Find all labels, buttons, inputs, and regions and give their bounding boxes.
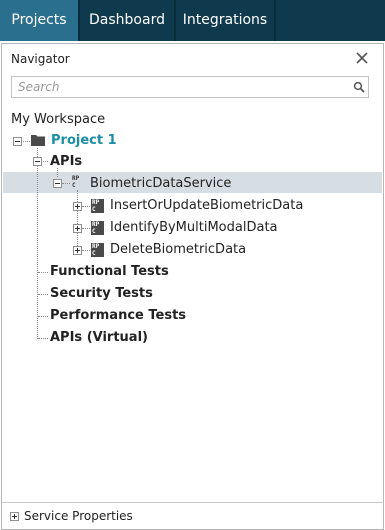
- tree-item-apis-virtual[interactable]: APIs (Virtual): [50, 330, 148, 345]
- tab-integrations[interactable]: Integrations: [176, 0, 274, 41]
- tree-connector: [82, 206, 90, 207]
- tree-connector: [82, 228, 90, 229]
- tree-connector: [82, 250, 90, 251]
- tree-item-operation[interactable]: InsertOrUpdateBiometricData: [110, 198, 303, 213]
- tab-divider: [274, 0, 276, 41]
- collapse-icon[interactable]: [33, 157, 42, 166]
- tree-connector: [38, 338, 48, 339]
- tree-connector: [38, 294, 48, 295]
- navigator-title: Navigator: [11, 52, 70, 66]
- expand-icon[interactable]: [73, 202, 82, 211]
- search-box: [11, 76, 369, 98]
- tab-dashboard[interactable]: Dashboard: [80, 0, 174, 41]
- expand-icon[interactable]: [73, 224, 82, 233]
- tree-item-apis[interactable]: APIs: [50, 154, 82, 169]
- service-properties-bar[interactable]: Service Properties: [2, 503, 383, 529]
- tree-connector: [38, 316, 48, 317]
- service-properties-label: Service Properties: [24, 509, 133, 523]
- collapse-icon[interactable]: [53, 179, 62, 188]
- expand-icon[interactable]: [73, 246, 82, 255]
- navigator-panel: Navigator My Workspace Project 1 APIs RP…: [1, 43, 384, 530]
- tree-item-operation[interactable]: IdentifyByMultiModalData: [110, 220, 278, 235]
- tab-projects[interactable]: Projects: [0, 0, 78, 41]
- rpc-service-icon: RP C: [72, 175, 80, 189]
- tree-connector: [37, 148, 38, 339]
- tree-connector: [62, 183, 70, 184]
- tree-item-performance-tests[interactable]: Performance Tests: [50, 308, 186, 323]
- collapse-icon[interactable]: [13, 137, 22, 146]
- search-icon[interactable]: [353, 81, 365, 93]
- expand-icon[interactable]: [10, 512, 19, 521]
- rpc-operation-icon: RP C: [91, 243, 104, 257]
- rpc-operation-icon: RP C: [91, 221, 104, 235]
- tree-item-service[interactable]: BiometricDataService: [90, 176, 231, 191]
- rpc-operation-icon: RP C: [91, 199, 104, 213]
- top-tab-bar: Projects Dashboard Integrations: [0, 0, 385, 41]
- tree-connector: [38, 272, 48, 273]
- workspace-label: My Workspace: [11, 112, 106, 127]
- folder-icon: [31, 135, 45, 146]
- tree-item-operation[interactable]: DeleteBiometricData: [110, 242, 246, 257]
- tree-connector: [77, 190, 78, 250]
- tree-item-security-tests[interactable]: Security Tests: [50, 286, 153, 301]
- tree-item-functional-tests[interactable]: Functional Tests: [50, 264, 169, 279]
- tree-connector: [57, 168, 58, 177]
- tree-item-project[interactable]: Project 1: [51, 133, 117, 148]
- search-input[interactable]: [18, 79, 338, 95]
- close-icon[interactable]: [352, 48, 372, 68]
